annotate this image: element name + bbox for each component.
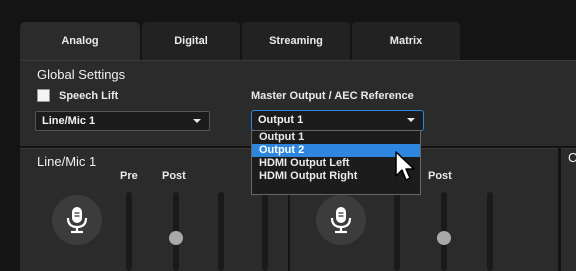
output-meter: [218, 192, 224, 271]
pre-label: Pre: [120, 170, 138, 182]
pre-meter: [126, 192, 132, 271]
post-fader-knob[interactable]: [437, 231, 451, 245]
channel-title: C: [568, 150, 576, 165]
mic-button[interactable]: [52, 195, 102, 245]
mouse-pointer-icon: [395, 151, 415, 181]
master-output-select-value: Output 1: [258, 114, 304, 126]
post-fader-knob[interactable]: [169, 231, 183, 245]
speech-lift-label: Speech Lift: [59, 90, 119, 102]
tab-streaming-label: Streaming: [269, 35, 323, 47]
post-label: Post: [428, 170, 452, 182]
tab-analog-label: Analog: [61, 35, 99, 47]
tab-analog[interactable]: Analog: [20, 22, 140, 60]
tab-digital-label: Digital: [174, 35, 208, 47]
output-meter: [487, 192, 493, 271]
chevron-down-icon: [407, 118, 415, 122]
global-settings-title: Global Settings: [37, 67, 126, 82]
master-output-select[interactable]: Output 1: [251, 110, 424, 131]
tab-bar: Analog Digital Streaming Matrix: [20, 22, 576, 60]
tab-matrix[interactable]: Matrix: [352, 22, 460, 60]
tab-matrix-label: Matrix: [389, 35, 423, 47]
dropdown-option-output-1[interactable]: Output 1: [252, 131, 420, 144]
input-select[interactable]: Line/Mic 1: [35, 111, 210, 131]
channel-panel-3: [561, 148, 576, 271]
microphone-icon: [330, 207, 352, 234]
master-output-label: Master Output / AEC Reference: [251, 90, 414, 102]
pre-meter: [394, 192, 400, 271]
microphone-icon: [66, 207, 88, 234]
tab-streaming[interactable]: Streaming: [242, 22, 350, 60]
speech-lift-checkbox[interactable]: [37, 89, 50, 102]
level-meter: [262, 192, 268, 271]
tab-digital[interactable]: Digital: [142, 22, 240, 60]
channel-title: Line/Mic 1: [37, 154, 97, 169]
post-label: Post: [162, 170, 186, 182]
input-select-value: Line/Mic 1: [42, 115, 96, 127]
mic-button[interactable]: [316, 195, 366, 245]
chevron-down-icon: [193, 119, 201, 123]
